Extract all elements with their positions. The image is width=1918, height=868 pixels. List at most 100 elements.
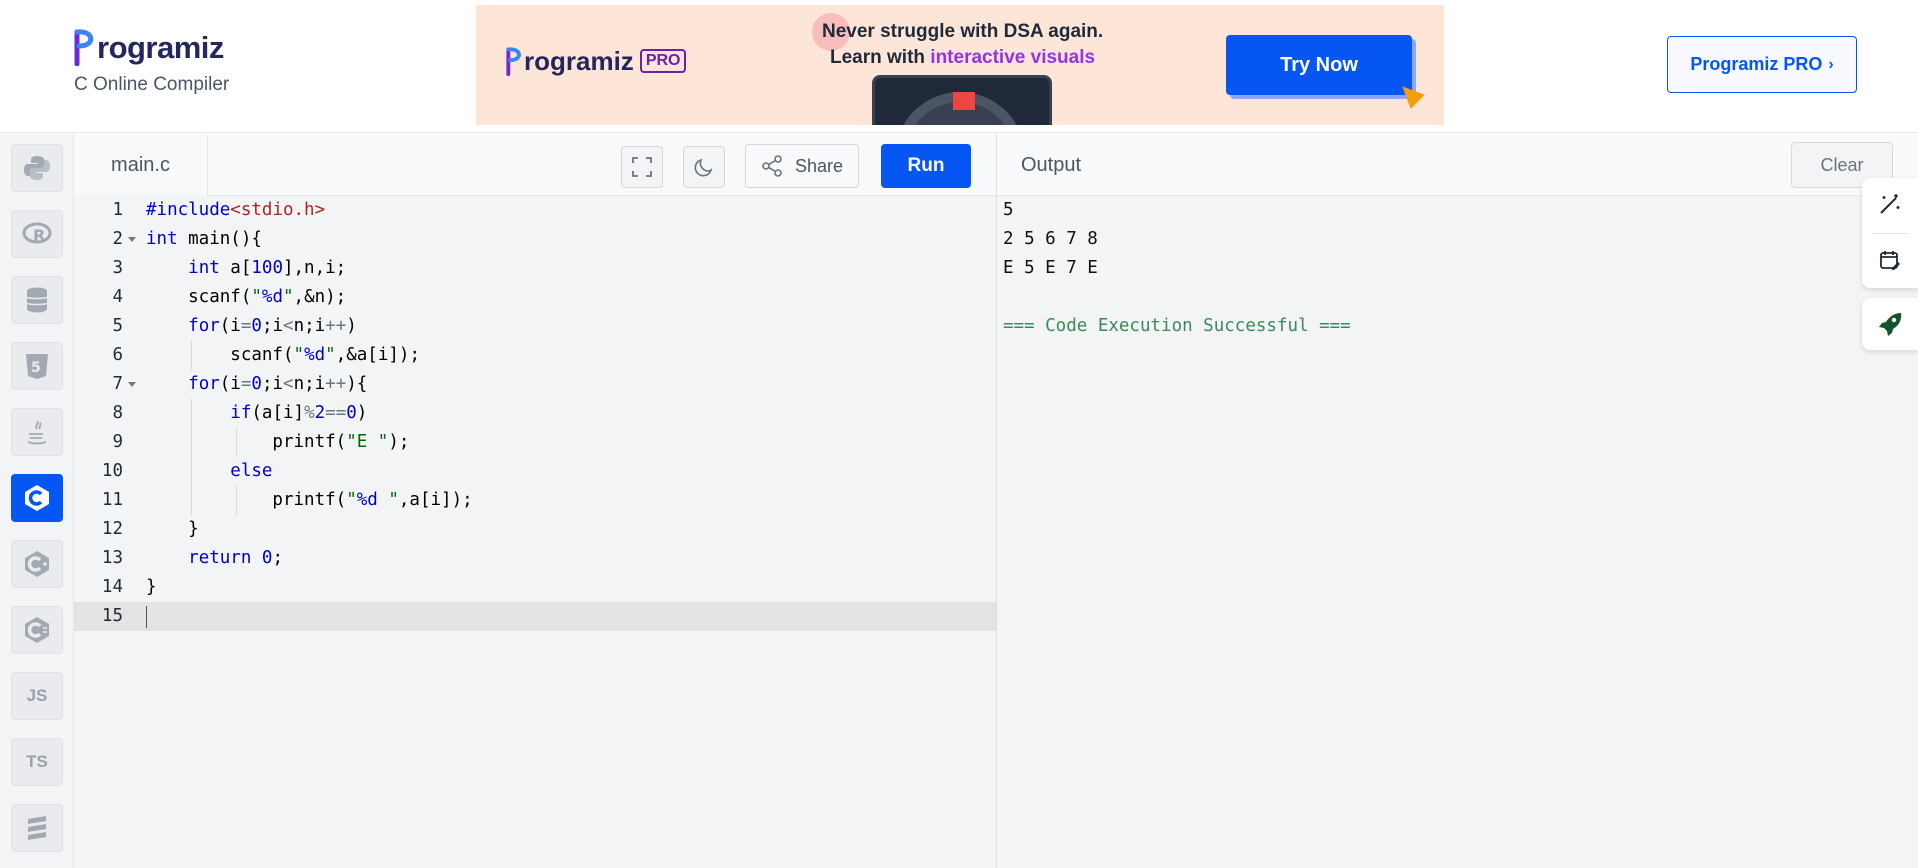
stack-icon <box>28 816 46 840</box>
code-editor[interactable]: 1 #include<stdio.h> 2 int main(){ 3 int … <box>74 196 997 868</box>
code-line: 2 int main(){ <box>74 225 997 254</box>
code-line-current: 15 <box>74 602 997 631</box>
ad-banner[interactable]: rogramiz PRO Never struggle with DSA aga… <box>476 5 1444 125</box>
c-icon <box>25 485 49 511</box>
share-icon <box>762 155 782 177</box>
code-line: 7 for(i=0;i<n;i++){ <box>74 370 997 399</box>
sidebar-item-js[interactable]: JS <box>11 672 63 720</box>
fold-arrow-icon[interactable] <box>128 237 136 242</box>
sidebar-item-r[interactable]: R <box>11 210 63 258</box>
line-number: 7 <box>112 374 123 394</box>
code-text: scanf("%d",&a[i]); <box>146 345 420 365</box>
sidebar-item-more[interactable] <box>11 804 63 852</box>
run-button[interactable]: Run <box>881 144 971 188</box>
ad-pro-badge: PRO <box>639 49 687 73</box>
code-text: int a[100],n,i; <box>188 258 347 278</box>
execution-status: === Code Execution Successful === <box>1003 316 1351 336</box>
sidebar-item-sql[interactable] <box>11 276 63 324</box>
r-icon: R <box>22 222 52 245</box>
code-line: 9 printf("E "); <box>74 428 997 457</box>
tools-separator <box>1872 233 1908 234</box>
sidebar-item-ts[interactable]: TS <box>11 738 63 786</box>
code-line: 5 for(i=0;i<n;i++) <box>74 312 997 341</box>
sidebar-item-c[interactable] <box>11 474 63 522</box>
output-toolbar: Output Clear <box>997 134 1918 196</box>
ad-brand-logo: rogramiz PRO <box>506 45 687 77</box>
theme-toggle-button[interactable] <box>683 146 725 188</box>
code-line: 3 int a[100],n,i; <box>74 254 997 283</box>
pro-button-label: Programiz PRO <box>1690 54 1823 74</box>
line-number: 12 <box>101 519 123 539</box>
sidebar-item-cpp[interactable] <box>11 540 63 588</box>
programiz-p-icon <box>506 47 521 77</box>
line-number: 4 <box>112 287 123 307</box>
code-text: printf("E "); <box>146 432 410 452</box>
text-cursor <box>146 606 147 628</box>
top-header: rogramiz C Online Compiler rogramiz PRO … <box>0 0 1918 133</box>
fold-arrow-icon[interactable] <box>128 382 136 387</box>
sidebar-item-csharp[interactable] <box>11 606 63 654</box>
calendar-edit-icon <box>1880 251 1900 270</box>
language-sidebar: R 5 JS TS <box>0 134 74 868</box>
line-number: 1 <box>112 200 123 220</box>
line-number: 2 <box>112 229 123 249</box>
line-number: 14 <box>101 577 123 597</box>
code-line: 8 if(a[i]%2==0) <box>74 399 997 428</box>
floating-tools <box>1862 178 1918 288</box>
ad-subline-prefix: Learn with <box>830 47 931 68</box>
output-console[interactable]: 5 2 5 6 7 8 E 5 E 7 E === Code Execution… <box>997 196 1918 868</box>
sidebar-item-python[interactable] <box>11 144 63 192</box>
share-button[interactable]: Share <box>745 144 859 188</box>
rocket-button[interactable] <box>1862 298 1918 350</box>
moon-icon <box>694 158 713 177</box>
cpp-icon <box>25 551 49 577</box>
html5-icon: 5 <box>26 354 48 379</box>
code-text: } <box>146 519 199 539</box>
sidebar-item-java[interactable] <box>11 408 63 456</box>
code-line: 6 scanf("%d",&a[i]); <box>74 341 997 370</box>
code-text: } <box>146 577 157 597</box>
calendar-edit-button[interactable] <box>1876 246 1904 274</box>
svg-text:5: 5 <box>31 360 41 376</box>
magic-wand-button[interactable] <box>1876 190 1904 218</box>
code-text: return 0; <box>188 548 284 568</box>
code-line: 10 else <box>74 457 997 486</box>
csharp-icon <box>25 617 49 643</box>
code-text: else <box>230 461 273 481</box>
page-subtitle: C Online Compiler <box>74 74 230 95</box>
programiz-pro-button[interactable]: Programiz PRO › <box>1667 36 1857 93</box>
line-number: 15 <box>101 606 123 626</box>
fullscreen-button[interactable] <box>621 146 663 188</box>
programiz-p-icon <box>74 29 94 66</box>
ad-subline: Learn with interactive visuals <box>830 47 1095 69</box>
database-icon <box>26 287 48 313</box>
line-number: 8 <box>112 403 123 423</box>
ad-device-image <box>872 75 1052 125</box>
output-line: 2 5 6 7 8 <box>1003 229 1098 249</box>
js-icon: JS <box>26 686 48 705</box>
output-line: E 5 E 7 E <box>1003 258 1098 278</box>
sidebar-item-html[interactable]: 5 <box>11 342 63 390</box>
ad-wheel-segment <box>953 92 975 110</box>
rocket-icon <box>1879 313 1902 336</box>
code-text: for(i=0;i<n;i++) <box>188 316 357 336</box>
programiz-logo[interactable]: rogramiz C Online Compiler <box>74 28 229 96</box>
code-text: for(i=0;i<n;i++){ <box>188 374 368 394</box>
ad-brand-text: rogramiz <box>524 45 634 76</box>
chevron-right-icon: › <box>1828 55 1834 73</box>
logo-brand: rogramiz <box>74 28 229 66</box>
output-line: 5 <box>1003 200 1014 220</box>
fullscreen-icon <box>632 157 652 177</box>
ad-try-now-button[interactable]: Try Now <box>1226 35 1412 95</box>
code-line: 4 scanf("%d",&n); <box>74 283 997 312</box>
output-title: Output <box>1021 154 1082 176</box>
tab-main-c[interactable]: main.c <box>74 134 208 196</box>
code-text: if(a[i]%2==0) <box>230 403 368 423</box>
line-number: 11 <box>101 490 123 510</box>
code-text: int main(){ <box>146 229 262 249</box>
magic-wand-icon <box>1880 194 1900 214</box>
logo-text: rogramiz <box>97 30 224 65</box>
ts-icon: TS <box>26 752 48 771</box>
code-text: scanf("%d",&n); <box>146 287 347 307</box>
code-text: printf("%d ",a[i]); <box>146 490 473 510</box>
